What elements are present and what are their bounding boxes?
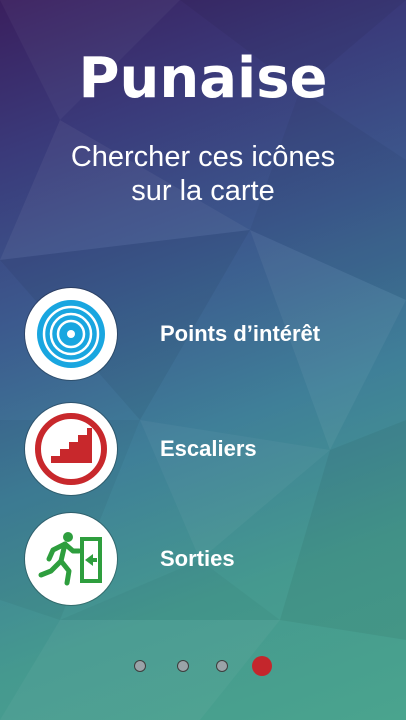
legend-label-points-of-interest: Points d’intérêt	[160, 321, 321, 346]
page-subtitle: Chercher ces icônes sur la carte	[43, 140, 363, 208]
legend-label-stairs: Escaliers	[160, 436, 257, 461]
page-dot-3[interactable]	[217, 661, 227, 671]
page-dot-2[interactable]	[178, 661, 188, 671]
page-dot-1[interactable]	[135, 661, 145, 671]
page-indicator	[0, 654, 406, 678]
legend-item-points-of-interest: Points d’intérêt	[0, 288, 406, 382]
points-of-interest-badge	[25, 288, 117, 380]
legend-item-exits: Sorties	[0, 513, 406, 607]
subtitle-line-1: Chercher ces icônes	[70, 141, 336, 173]
legend-label-exits: Sorties	[160, 546, 235, 571]
points-of-interest-icon	[37, 300, 105, 368]
stairs-icon	[35, 413, 107, 485]
page-dot-4-active[interactable]	[252, 656, 272, 676]
exit-icon	[38, 532, 102, 586]
subtitle-line-2: sur la carte	[131, 175, 275, 207]
legend-item-stairs: Escaliers	[0, 403, 406, 497]
exit-badge	[25, 513, 117, 605]
stairs-badge	[25, 403, 117, 495]
onboarding-screen: Punaise Chercher ces icônes sur la carte…	[0, 0, 406, 720]
page-title: Punaise	[78, 46, 328, 111]
